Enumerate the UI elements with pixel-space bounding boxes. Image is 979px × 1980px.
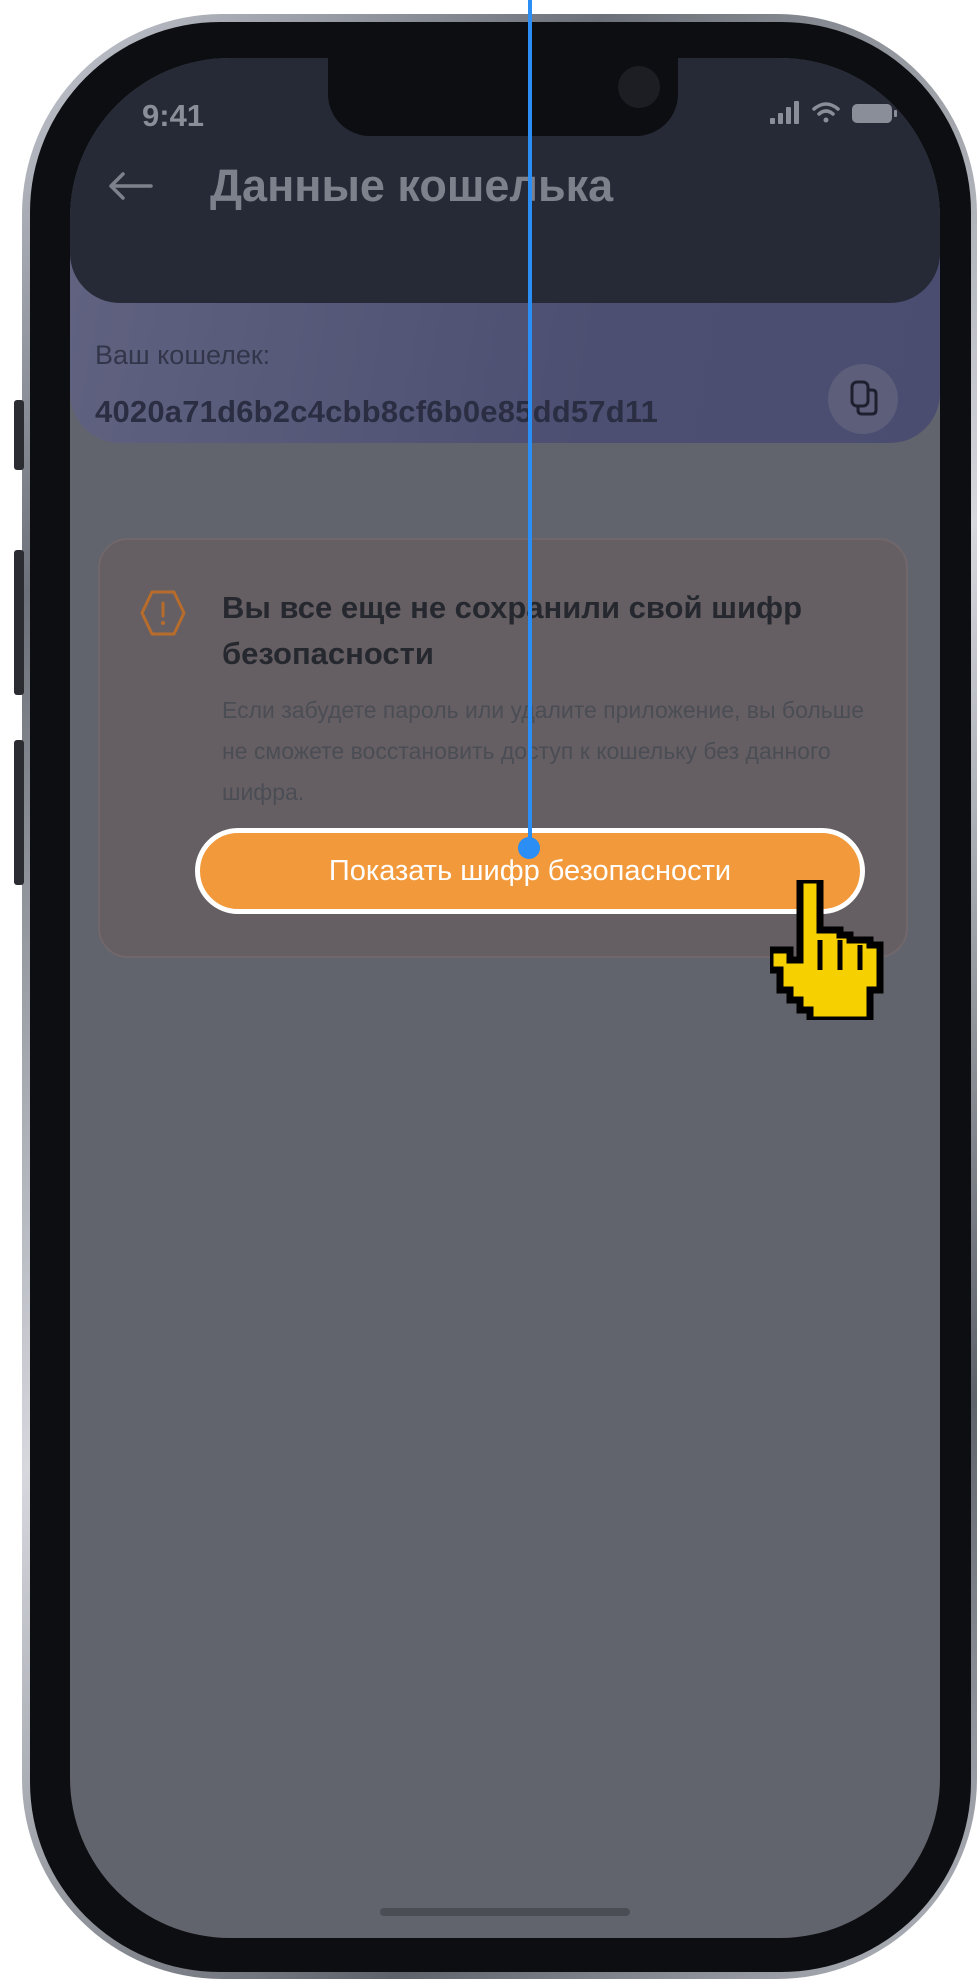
warning-text: Если забудете пароль или удалите приложе… [222, 697, 865, 805]
wallet-address: 4020a71d6b2c4cbb8cf6b0e85dd57d11 [95, 394, 659, 429]
volume-up-button [14, 550, 24, 695]
copy-button[interactable] [828, 364, 898, 434]
app-header: 9:41 Данные кошелька [70, 58, 940, 303]
notch [328, 58, 678, 136]
status-time: 9:41 [142, 98, 205, 133]
copy-icon [850, 380, 878, 416]
back-arrow-icon[interactable] [105, 166, 155, 206]
page-title: Данные кошелька [210, 160, 614, 211]
wallet-label: Ваш кошелек: [95, 340, 271, 370]
signal-icon [770, 101, 799, 124]
warning-icon [140, 590, 186, 636]
battery-icon [852, 104, 897, 123]
mute-switch [14, 400, 24, 470]
status-icons [770, 101, 897, 124]
wifi-icon [812, 102, 840, 123]
volume-down-button [14, 740, 24, 885]
hand-cursor-icon [770, 880, 884, 1020]
pointer-line [528, 0, 532, 848]
home-indicator [380, 1908, 630, 1916]
pointer-dot [518, 837, 540, 859]
warning-title: Вы все еще не сохранили свой шифр безопа… [222, 590, 803, 671]
camera [618, 66, 660, 108]
